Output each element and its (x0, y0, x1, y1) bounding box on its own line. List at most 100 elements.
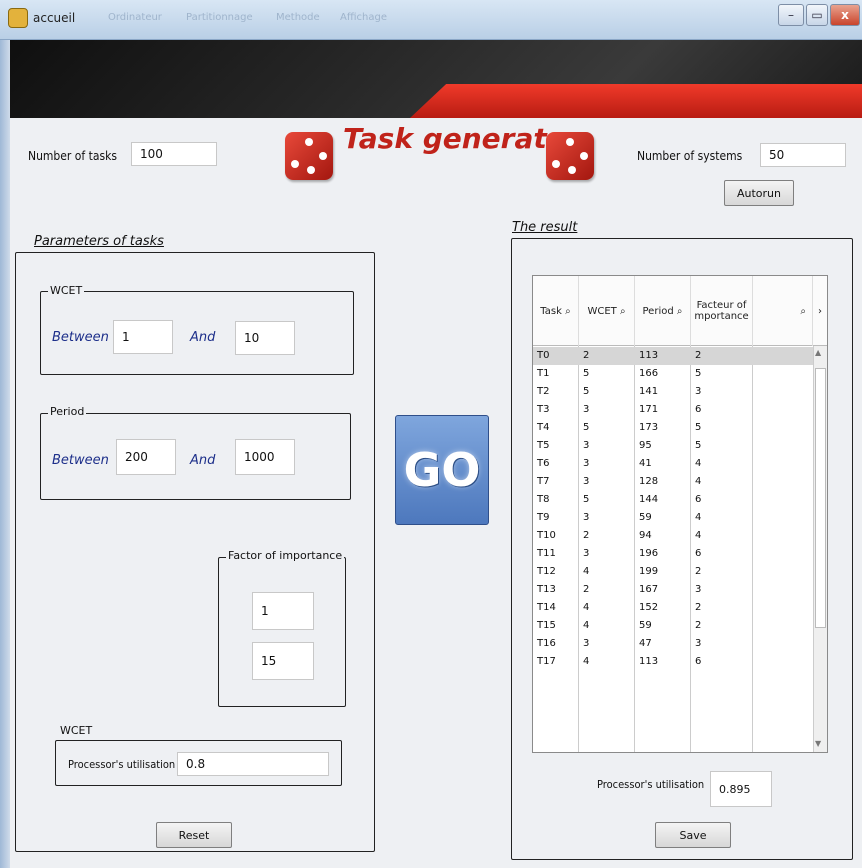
page-title: Task generator (343, 122, 580, 155)
table-row[interactable]: T1 5 166 5 (533, 365, 813, 383)
result-util-input[interactable]: 0.895 (710, 771, 772, 807)
reset-button[interactable]: Reset (156, 822, 232, 848)
table-cell: T16 (537, 638, 556, 649)
factor-min-input[interactable]: 1 (252, 592, 314, 630)
table-cell: 5 (583, 422, 590, 433)
save-button[interactable]: Save (655, 822, 731, 848)
close-icon[interactable]: x (830, 4, 860, 26)
col-header-task[interactable]: Task ⌕ (533, 276, 579, 346)
table-cell: 3 (583, 458, 590, 469)
table-cell: T3 (537, 404, 550, 415)
table-cell: T7 (537, 476, 550, 487)
num-systems-input[interactable]: 50 (760, 143, 846, 167)
table-row[interactable]: T15 4 59 2 (533, 617, 813, 635)
num-tasks-label: Number of tasks (28, 149, 117, 163)
table-cell: T15 (537, 620, 556, 631)
autorun-button[interactable]: Autorun (724, 180, 794, 206)
table-cell: 94 (639, 530, 652, 541)
maximize-icon[interactable]: ▭ (806, 4, 828, 26)
table-cell: 4 (583, 602, 590, 613)
faint-tab-2: Partitionnage (186, 12, 253, 23)
factor-group-title: Factor of importance (226, 549, 345, 562)
col-header-period[interactable]: Period ⌕ (635, 276, 691, 346)
period-min-input[interactable]: 200 (116, 439, 176, 475)
scroll-up-icon[interactable]: ▲ (815, 348, 821, 357)
table-cell: 5 (695, 422, 702, 433)
col-header-factor[interactable]: Facteur of mportance (691, 276, 753, 346)
col-header-wcet[interactable]: WCET ⌕ (579, 276, 635, 346)
table-cell: 173 (639, 422, 659, 433)
table-row[interactable]: T12 4 199 2 (533, 563, 813, 581)
wcet-between-label: Between (52, 330, 109, 345)
table-cell: 2 (695, 566, 702, 577)
col-header-empty[interactable]: ⌕ (753, 276, 813, 346)
table-row[interactable]: T11 3 196 6 (533, 545, 813, 563)
wcet-max-input[interactable]: 10 (235, 321, 295, 355)
table-cell: 196 (639, 548, 659, 559)
util-input[interactable]: 0.8 (177, 752, 329, 776)
table-row[interactable]: T14 4 152 2 (533, 599, 813, 617)
table-row[interactable]: T2 5 141 3 (533, 383, 813, 401)
table-cell: 171 (639, 404, 659, 415)
table-row[interactable]: T8 5 144 6 (533, 491, 813, 509)
util-group-title: WCET (58, 724, 95, 737)
go-button[interactable]: GO (395, 415, 489, 525)
table-cell: T17 (537, 656, 556, 667)
col-header-wcet-label: WCET (587, 305, 617, 317)
table-cell: 2 (695, 602, 702, 613)
table-cell: 6 (695, 404, 702, 415)
table-cell: 152 (639, 602, 659, 613)
table-cell: 2 (583, 584, 590, 595)
scroll-down-icon[interactable]: ▼ (815, 739, 821, 748)
wcet-min-input[interactable]: 1 (113, 320, 173, 354)
table-cell: 113 (639, 350, 659, 361)
table-row[interactable]: T4 5 173 5 (533, 419, 813, 437)
table-cell: 4 (583, 656, 590, 667)
faint-tab-3: Methode (276, 12, 320, 23)
table-row[interactable]: T9 3 59 4 (533, 509, 813, 527)
table-cell: 4 (583, 566, 590, 577)
table-cell: 3 (695, 584, 702, 595)
table-cell: 6 (695, 656, 702, 667)
period-max-input[interactable]: 1000 (235, 439, 295, 475)
util-label: Processor's utilisation (68, 758, 176, 771)
table-cell: 4 (695, 530, 702, 541)
col-header-factor-label: Facteur of mportance (694, 300, 749, 322)
table-cell: 4 (695, 458, 702, 469)
table-row[interactable]: T17 4 113 6 (533, 653, 813, 671)
num-systems-label: Number of systems (637, 149, 743, 163)
table-cell: 166 (639, 368, 659, 379)
table-row[interactable]: T5 3 95 5 (533, 437, 813, 455)
table-cell: T6 (537, 458, 550, 469)
table-cell: 144 (639, 494, 659, 505)
minimize-icon[interactable]: – (778, 4, 804, 26)
table-row[interactable]: T7 3 128 4 (533, 473, 813, 491)
col-header-period-label: Period (642, 305, 674, 317)
table-scrollbar-thumb[interactable] (815, 368, 826, 628)
table-cell: T1 (537, 368, 550, 379)
table-cell: 6 (695, 548, 702, 559)
num-tasks-input[interactable]: 100 (131, 142, 217, 166)
table-row[interactable]: T13 2 167 3 (533, 581, 813, 599)
table-cell: T5 (537, 440, 550, 451)
table-cell: 3 (583, 638, 590, 649)
table-cell: 2 (695, 350, 702, 361)
table-row[interactable]: T6 3 41 4 (533, 455, 813, 473)
search-icon: ⌕ (800, 305, 806, 317)
search-icon: ⌕ (619, 305, 626, 317)
table-row[interactable]: T0 2 113 2 (533, 347, 813, 365)
table-cell: 6 (695, 494, 702, 505)
result-table[interactable]: Task ⌕ WCET ⌕ Period ⌕ Facteur of mporta… (532, 275, 828, 753)
table-cell: T14 (537, 602, 556, 613)
table-row[interactable]: T16 3 47 3 (533, 635, 813, 653)
factor-max-input[interactable]: 15 (252, 642, 314, 680)
table-cell: 59 (639, 620, 652, 631)
table-cell: 2 (583, 530, 590, 541)
table-cell: 5 (583, 494, 590, 505)
table-cell: 3 (583, 404, 590, 415)
table-cell: 199 (639, 566, 659, 577)
scroll-right-icon[interactable]: › (813, 276, 827, 346)
table-cell: 3 (583, 548, 590, 559)
table-row[interactable]: T3 3 171 6 (533, 401, 813, 419)
table-row[interactable]: T10 2 94 4 (533, 527, 813, 545)
